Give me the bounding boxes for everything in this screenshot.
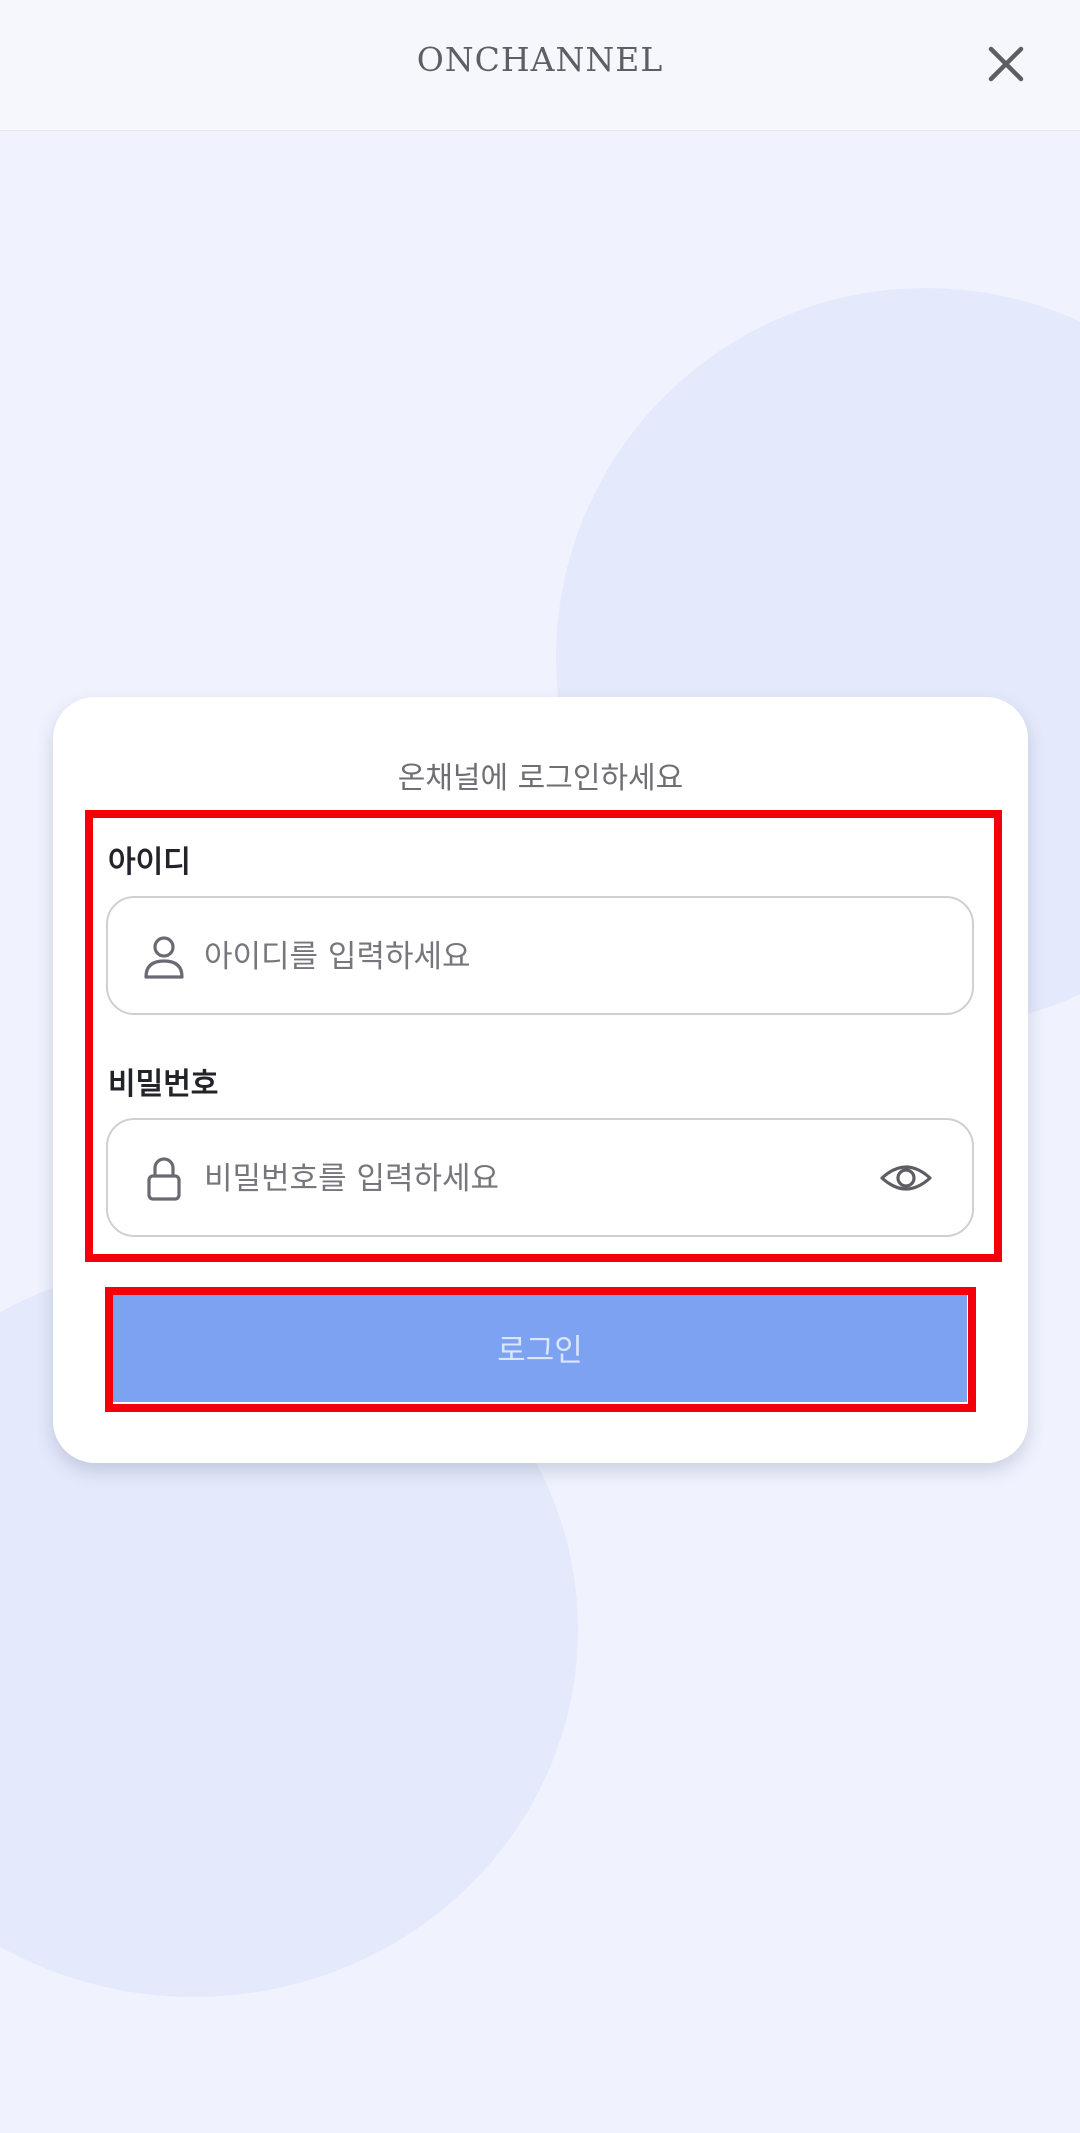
app-title: ONCHANNEL <box>416 40 664 79</box>
app-header: ONCHANNEL <box>0 0 1080 131</box>
password-field[interactable] <box>106 1118 974 1237</box>
lock-icon <box>147 1157 181 1201</box>
password-input[interactable] <box>202 1140 846 1218</box>
password-label: 비밀번호 <box>108 1067 219 1102</box>
login-card: 온채널에 로그인하세요 아이디 비밀번호 로그인 <box>53 697 1028 1463</box>
eye-icon[interactable] <box>878 1152 934 1204</box>
login-screen: ONCHANNEL 온채널에 로그인하세요 아이디 비밀번호 <box>0 0 1080 2133</box>
id-field[interactable] <box>106 896 974 1015</box>
close-button[interactable] <box>976 34 1036 94</box>
id-input[interactable] <box>202 918 846 996</box>
login-subtitle: 온채널에 로그인하세요 <box>397 761 684 796</box>
login-button[interactable]: 로그인 <box>113 1292 967 1402</box>
close-icon <box>988 46 1024 82</box>
id-label: 아이디 <box>108 845 191 880</box>
user-icon <box>144 936 184 979</box>
